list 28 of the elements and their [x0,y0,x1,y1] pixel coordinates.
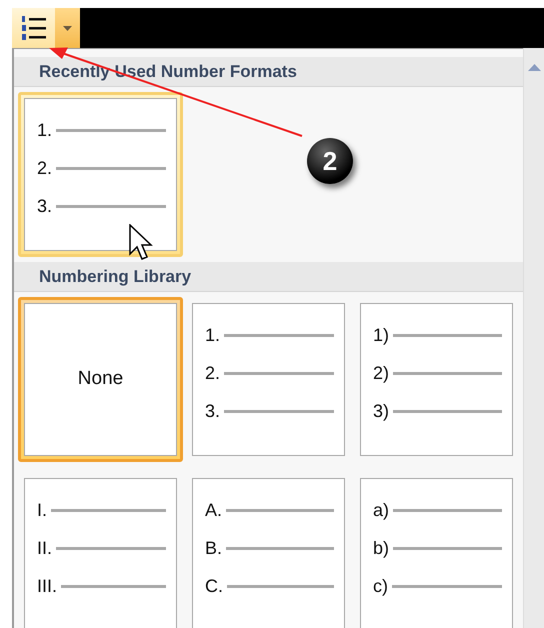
numbering-button[interactable] [12,8,55,48]
list-marker: a) [373,498,390,522]
scroll-up-icon[interactable] [528,64,540,71]
list-marker: b) [373,536,390,560]
section-header: Numbering Library [39,266,192,288]
list-marker: 3) [373,400,390,423]
list-marker: III. [37,574,58,598]
number-format-option[interactable]: 1. 2. 3. [18,92,183,257]
list-marker: c) [373,574,388,598]
list-marker: 3. [37,194,52,218]
number-format-option[interactable]: None [18,297,183,462]
numbered-list-icon [20,13,48,43]
option-label: None [78,367,124,392]
list-marker: A. [205,498,222,522]
dropdown-button[interactable] [55,8,80,48]
list-marker: 1) [373,324,390,347]
list-marker: II. [37,536,52,560]
list-marker: 2. [205,362,220,384]
list-marker: 2. [37,156,52,180]
list-marker: C. [205,574,223,598]
caret-icon [63,26,72,30]
list-marker: 3. [205,400,220,422]
list-marker: 1. [205,324,220,346]
list-marker: I. [37,498,48,522]
list-marker: 2) [373,362,390,385]
list-marker: B. [205,536,222,560]
mouse-cursor-icon [129,224,153,262]
list-marker: 1. [37,118,52,142]
